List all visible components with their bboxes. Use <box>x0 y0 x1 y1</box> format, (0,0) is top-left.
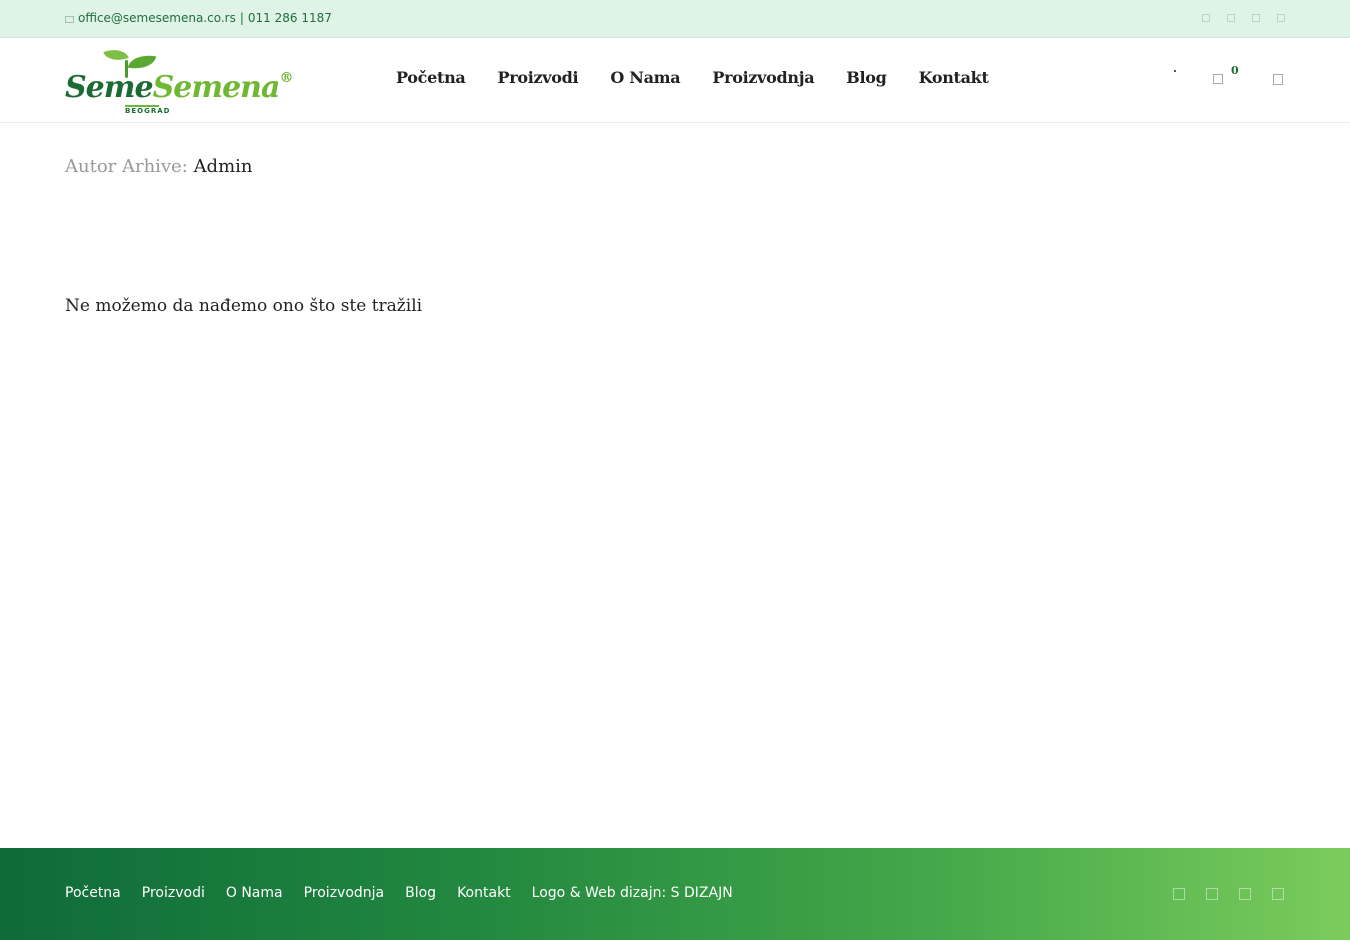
footer-nav-blog[interactable]: Blog <box>405 885 436 901</box>
cart-count: 0 <box>1231 64 1239 77</box>
twitter-icon[interactable] <box>1227 14 1235 22</box>
twitter-icon[interactable] <box>1206 888 1218 900</box>
footer-nav-proizvodi[interactable]: Proizvodi <box>142 885 205 901</box>
footer-nav-kontakt[interactable]: Kontakt <box>457 885 511 901</box>
logo-word-1: Seme <box>65 70 154 105</box>
footer-nav-pocetna[interactable]: Početna <box>65 885 121 901</box>
phone-link[interactable]: 011 286 1187 <box>248 11 332 25</box>
cart-icon <box>1213 74 1223 84</box>
top-contact: office@semesemena.co.rs | 011 286 1187 <box>65 11 332 25</box>
footer-nav: Početna Proizvodi O Nama Proizvodnja Blo… <box>65 885 733 901</box>
nav-item-o-nama[interactable]: O Nama <box>610 68 680 87</box>
nav-item-proizvodnja[interactable]: Proizvodnja <box>712 68 814 87</box>
instagram-icon[interactable] <box>1252 14 1260 22</box>
cart-button[interactable]: 0 <box>1213 64 1239 84</box>
logo-subtitle: BEOGRAD <box>125 105 171 115</box>
search-icon[interactable] <box>1273 74 1283 85</box>
nav-item-proizvodi[interactable]: Proizvodi <box>498 68 579 87</box>
mail-icon <box>65 16 74 23</box>
not-found-message: Ne možemo da nađemo ono što ste tražili <box>65 296 423 316</box>
youtube-icon[interactable] <box>1272 888 1284 900</box>
footer-nav-o-nama[interactable]: O Nama <box>226 885 283 901</box>
top-social-links <box>1202 14 1285 22</box>
top-bar: office@semesemena.co.rs | 011 286 1187 <box>0 0 1350 38</box>
instagram-icon[interactable] <box>1239 888 1251 900</box>
site-footer: Početna Proizvodi O Nama Proizvodnja Blo… <box>0 848 1350 940</box>
footer-nav-proizvodnja[interactable]: Proizvodnja <box>304 885 385 901</box>
nav-item-blog[interactable]: Blog <box>846 68 887 87</box>
archive-author: Admin <box>193 156 253 177</box>
user-icon[interactable] <box>1174 70 1176 72</box>
nav-item-pocetna[interactable]: Početna <box>396 68 466 87</box>
youtube-icon[interactable] <box>1277 14 1285 22</box>
nav-item-kontakt[interactable]: Kontakt <box>919 68 989 87</box>
archive-prefix: Autor Arhive: <box>65 156 188 177</box>
facebook-icon[interactable] <box>1173 888 1185 900</box>
footer-social-links <box>1173 888 1284 900</box>
footer-credit[interactable]: Logo & Web dizajn: S DIZAJN <box>532 885 733 901</box>
email-link[interactable]: office@semesemena.co.rs <box>78 11 236 25</box>
page-title: Autor Arhive: Admin <box>65 156 253 177</box>
registered-mark: ® <box>279 70 293 86</box>
site-logo[interactable]: SemeSemena® BEOGRAD <box>65 44 293 115</box>
contact-separator: | <box>239 11 244 25</box>
site-header: SemeSemena® BEOGRAD Početna Proizvodi O … <box>0 38 1350 123</box>
logo-word-2: Semena <box>152 70 281 105</box>
logo-wordmark: SemeSemena® <box>65 70 293 105</box>
main-nav: Početna Proizvodi O Nama Proizvodnja Blo… <box>396 68 989 87</box>
facebook-icon[interactable] <box>1202 14 1210 22</box>
